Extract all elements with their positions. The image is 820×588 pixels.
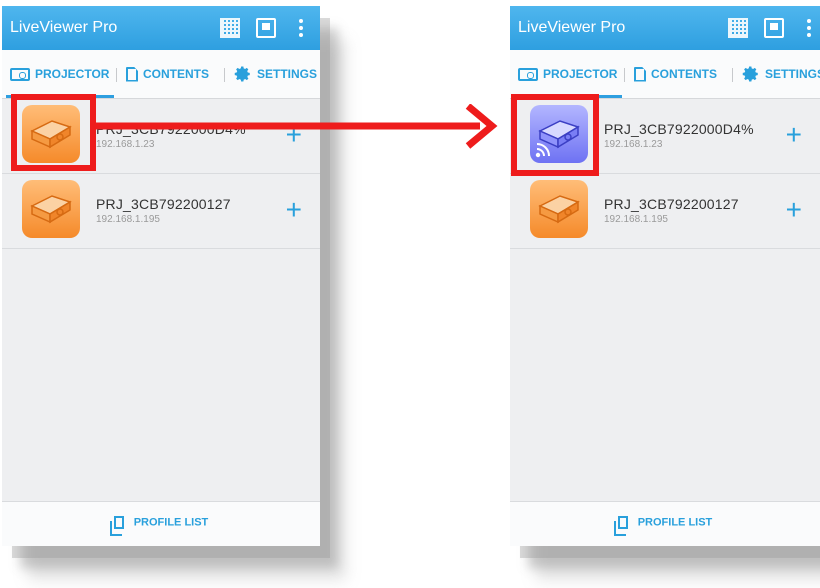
tab-projector-label: PROJECTOR: [543, 67, 618, 81]
qr-code-icon[interactable]: [728, 18, 748, 38]
tab-settings[interactable]: SETTINGS: [742, 64, 820, 84]
tab-separator: [732, 68, 733, 82]
projector-list-item[interactable]: PRJ_3CB792200127 192.168.1.195 +: [2, 174, 320, 249]
tab-separator: [224, 68, 225, 82]
tab-bar: PROJECTOR CONTENTS SETTINGS: [510, 50, 820, 99]
overflow-menu-icon[interactable]: [806, 18, 812, 38]
projector-ip: 192.168.1.195: [604, 214, 668, 225]
download-icon[interactable]: [256, 18, 276, 38]
projector-ip: 192.168.1.195: [96, 214, 160, 225]
app-bar: LiveViewer Pro: [2, 6, 320, 50]
download-icon[interactable]: [764, 18, 784, 38]
tab-contents[interactable]: CONTENTS: [126, 64, 209, 84]
projector-icon: [10, 67, 30, 81]
tab-projector-label: PROJECTOR: [35, 67, 110, 81]
tab-contents-label: CONTENTS: [143, 67, 209, 81]
profile-list-label: PROFILE LIST: [133, 516, 209, 529]
projector-name: PRJ_3CB792200127: [604, 196, 739, 212]
qr-code-icon[interactable]: [220, 18, 240, 38]
gear-icon: [742, 66, 758, 82]
app-title: LiveViewer Pro: [518, 19, 626, 36]
copy-icon: [109, 516, 124, 536]
screen-before: LiveViewer Pro PROJECTOR CONTENTS SETTIN…: [2, 6, 320, 546]
add-projector-button[interactable]: +: [286, 196, 302, 224]
projector-name: PRJ_3CB792200127: [96, 196, 231, 212]
tab-settings-label: SETTINGS: [257, 67, 318, 81]
projector-icon: [518, 67, 538, 81]
copy-icon: [613, 516, 628, 536]
app-title: LiveViewer Pro: [10, 19, 118, 36]
projector-icon[interactable]: [530, 180, 588, 238]
tab-projector[interactable]: PROJECTOR: [518, 64, 617, 84]
tab-projector[interactable]: PROJECTOR: [10, 64, 109, 84]
projector-icon[interactable]: [22, 180, 80, 238]
tab-contents-label: CONTENTS: [651, 67, 717, 81]
screen-after: LiveViewer Pro PROJECTOR CONTENTS SETTIN…: [510, 6, 820, 546]
projector-list-item[interactable]: PRJ_3CB792200127 192.168.1.195 +: [510, 174, 820, 249]
tab-settings-label: SETTINGS: [765, 67, 820, 81]
gear-icon: [234, 66, 250, 82]
tab-bar: PROJECTOR CONTENTS SETTINGS: [2, 50, 320, 99]
document-icon: [126, 66, 138, 82]
tab-contents[interactable]: CONTENTS: [634, 64, 717, 84]
app-bar: LiveViewer Pro: [510, 6, 820, 50]
tab-separator: [116, 68, 117, 82]
highlight-box-after: [511, 94, 599, 176]
projector-ip: 192.168.1.23: [604, 139, 663, 150]
document-icon: [634, 66, 646, 82]
projector-name: PRJ_3CB7922000D4%: [604, 121, 754, 137]
add-projector-button[interactable]: +: [786, 196, 802, 224]
transition-arrow: [96, 104, 498, 149]
profile-list-button[interactable]: PROFILE LIST: [510, 501, 820, 546]
profile-list-button[interactable]: PROFILE LIST: [2, 501, 320, 546]
add-projector-button[interactable]: +: [786, 121, 802, 149]
tab-separator: [624, 68, 625, 82]
highlight-box-before: [11, 94, 96, 171]
tab-settings[interactable]: SETTINGS: [234, 64, 317, 84]
overflow-menu-icon[interactable]: [298, 18, 304, 38]
profile-list-label: PROFILE LIST: [637, 516, 713, 529]
